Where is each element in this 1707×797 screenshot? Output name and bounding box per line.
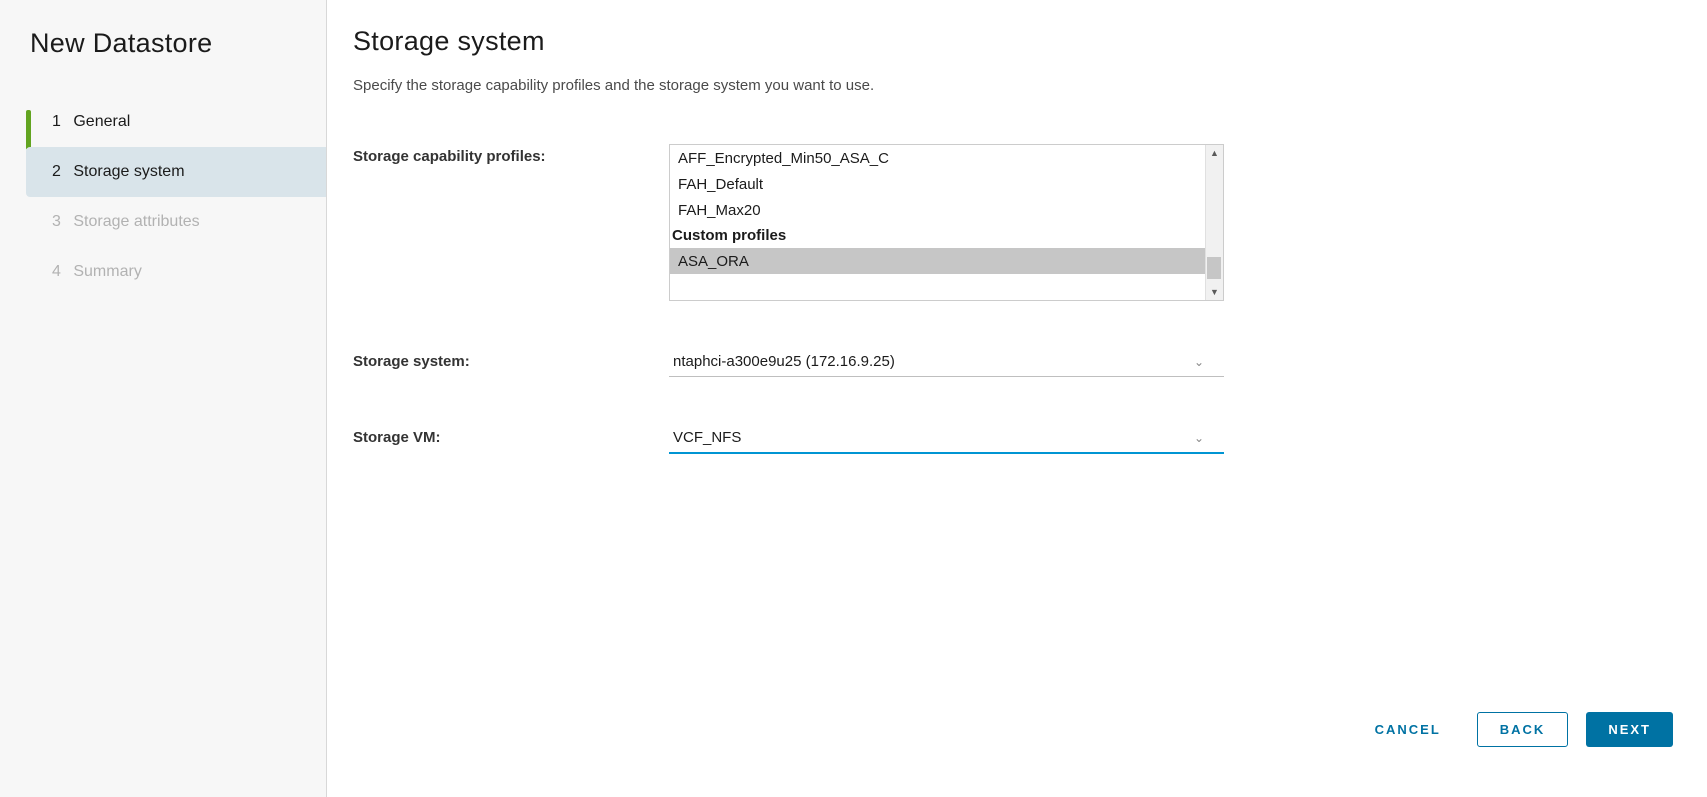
list-group-header: Custom profiles: [670, 223, 1205, 248]
listbox-scrollbar[interactable]: ▲ ▼: [1205, 145, 1223, 300]
chevron-down-icon: ⌄: [1194, 355, 1204, 369]
main-content: Storage system Specify the storage capab…: [327, 0, 1707, 797]
wizard-footer: CANCEL BACK NEXT: [1357, 712, 1673, 747]
list-item[interactable]: ASA_ORA: [670, 248, 1205, 274]
row-storage-system: Storage system: ntaphci-a300e9u25 (172.1…: [353, 349, 1673, 377]
list-item[interactable]: FAH_Max20: [670, 197, 1205, 223]
select-value: ntaphci-a300e9u25 (172.16.9.25): [673, 353, 895, 370]
scroll-up-icon[interactable]: ▲: [1206, 145, 1224, 161]
label-storage-system: Storage system:: [353, 349, 669, 370]
step-number: 4: [52, 263, 61, 280]
scroll-thumb[interactable]: [1207, 257, 1221, 279]
label-capability-profiles: Storage capability profiles:: [353, 144, 669, 165]
wizard-step-summary[interactable]: 4 Summary: [26, 247, 326, 297]
wizard-step-storage-system[interactable]: 2 Storage system: [26, 147, 326, 197]
wizard-step-general[interactable]: 1 General: [26, 97, 326, 147]
wizard-step-storage-attributes[interactable]: 3 Storage attributes: [26, 197, 326, 247]
wizard-steps: 1 General 2 Storage system 3 Storage att…: [0, 97, 326, 297]
chevron-down-icon: ⌄: [1194, 431, 1204, 445]
step-label: General: [73, 113, 130, 130]
row-capability-profiles: Storage capability profiles: AFF_Encrypt…: [353, 144, 1673, 301]
scroll-down-icon[interactable]: ▼: [1206, 284, 1224, 300]
select-storage-system[interactable]: ntaphci-a300e9u25 (172.16.9.25) ⌄: [669, 349, 1224, 377]
label-storage-vm: Storage VM:: [353, 425, 669, 446]
wizard-sidebar: New Datastore 1 General 2 Storage system…: [0, 0, 327, 797]
step-number: 1: [52, 113, 61, 130]
step-label: Summary: [73, 263, 141, 280]
cancel-button[interactable]: CANCEL: [1357, 712, 1459, 747]
page-title: Storage system: [353, 26, 1673, 57]
step-label: Storage attributes: [73, 213, 199, 230]
back-button[interactable]: BACK: [1477, 712, 1569, 747]
step-number: 2: [52, 163, 61, 180]
step-label: Storage system: [73, 163, 184, 180]
step-number: 3: [52, 213, 61, 230]
list-item[interactable]: AFF_Encrypted_Min50_ASA_C: [670, 145, 1205, 171]
list-item[interactable]: FAH_Default: [670, 171, 1205, 197]
select-storage-vm[interactable]: VCF_NFS ⌄: [669, 425, 1224, 454]
wizard-title: New Datastore: [0, 28, 326, 97]
select-value: VCF_NFS: [673, 429, 741, 446]
next-button[interactable]: NEXT: [1586, 712, 1673, 747]
row-storage-vm: Storage VM: VCF_NFS ⌄: [353, 425, 1673, 454]
page-description: Specify the storage capability profiles …: [353, 77, 1673, 94]
listbox-capability-profiles[interactable]: AFF_Encrypted_Min50_ASA_C FAH_Default FA…: [669, 144, 1224, 301]
